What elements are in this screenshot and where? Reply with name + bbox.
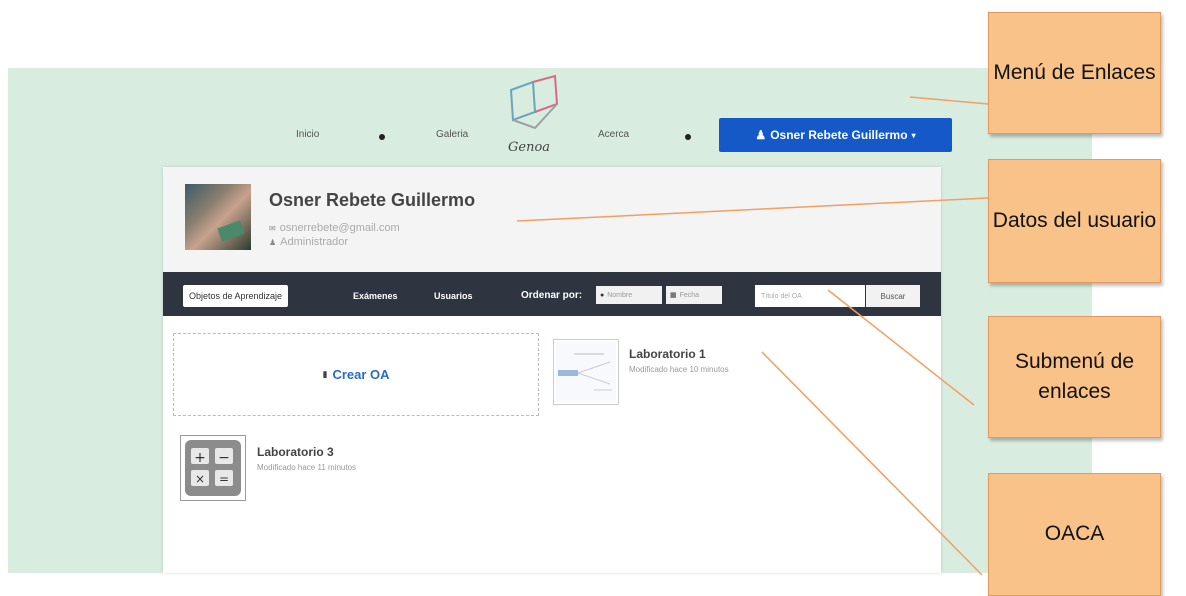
oa-modified: Modificado hace 10 minutos — [629, 365, 729, 374]
oa-title[interactable]: Laboratorio 1 — [629, 347, 706, 361]
svg-text:×: × — [195, 472, 205, 486]
profile-email: osnerrebete@gmail.com — [279, 222, 400, 234]
file-icon: ▮ — [322, 369, 328, 379]
tab-usuarios[interactable]: Usuarios — [434, 291, 473, 301]
user-icon: ♟ — [269, 237, 277, 247]
svg-text:=: = — [219, 472, 229, 486]
avatar — [185, 184, 251, 250]
tag-icon: ● — [600, 291, 605, 299]
search-input[interactable]: Título del OA — [755, 285, 865, 307]
envelope-icon: ✉ — [269, 223, 276, 233]
oa-thumbnail-diagram-icon[interactable] — [553, 339, 619, 405]
nav-link-inicio[interactable]: Inicio — [296, 129, 319, 140]
profile-email-row: ✉ osnerrebete@gmail.com — [269, 222, 400, 234]
oa-title[interactable]: Laboratorio 3 — [257, 445, 334, 459]
tab-examenes[interactable]: Exámenes — [353, 291, 398, 301]
nav-link-galeria[interactable]: Galeria — [436, 129, 468, 140]
callout-menu-enlaces: Menú de Enlaces — [988, 12, 1161, 134]
calendar-icon: ▦ — [670, 292, 677, 299]
create-oa-label: Crear OA — [332, 367, 390, 382]
profile-name: Osner Rebete Guillermo — [269, 190, 476, 210]
oa-thumbnail-calculator-icon[interactable]: + − × = — [180, 435, 246, 501]
nav-link-acerca[interactable]: Acerca — [598, 129, 629, 140]
profile-card: Osner Rebete Guillermo ✉ osnerrebete@gma… — [163, 167, 941, 573]
nav-separator-dot — [379, 134, 385, 140]
user-menu-label: Osner Rebete Guillermo — [770, 128, 908, 142]
svg-text:−: − — [218, 450, 230, 466]
tab-objetos-aprendizaje[interactable]: Objetos de Aprendizaje — [183, 285, 289, 307]
order-by-name-button[interactable]: ● Nombre — [596, 286, 662, 304]
callout-submenu-enlaces: Submenú de enlaces — [988, 316, 1161, 438]
create-oa-button[interactable]: ▮ Crear OA — [173, 333, 539, 416]
profile-role: Administrador — [280, 236, 349, 248]
profile-role-row: ♟ Administrador — [269, 236, 348, 248]
oa-modified: Modificado hace 11 minutos — [257, 463, 357, 472]
nav-separator-dot — [685, 134, 691, 140]
order-by-date-button[interactable]: ▦ Fecha — [666, 286, 722, 304]
user-icon: ♟ — [755, 128, 767, 142]
callout-datos-usuario: Datos del usuario — [988, 159, 1161, 283]
profile-header: Osner Rebete Guillermo ✉ osnerrebete@gma… — [163, 167, 941, 272]
caret-down-icon: ▾ — [911, 130, 916, 140]
order-label: Ordenar por: — [521, 290, 583, 301]
order-by-date-label: Fecha — [679, 291, 700, 299]
user-menu-button[interactable]: ♟ Osner Rebete Guillermo ▾ — [719, 118, 952, 152]
callout-oaca: OACA — [988, 473, 1161, 596]
submenu-toolbar: Objetos de Aprendizaje Exámenes Usuarios… — [163, 272, 941, 316]
search-button[interactable]: Buscar — [866, 285, 920, 307]
logo-text: Genoa — [508, 140, 551, 155]
order-by-name-label: Nombre — [607, 291, 633, 299]
svg-text:+: + — [194, 450, 206, 466]
